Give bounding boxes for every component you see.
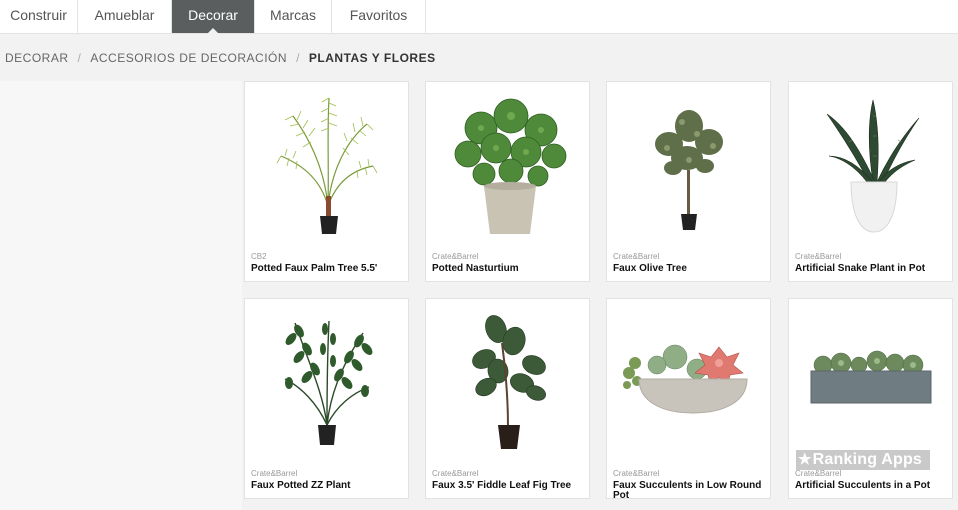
product-name[interactable]: Artificial Succulents in a Pot [795, 481, 948, 491]
snake-plant-icon [826, 99, 920, 233]
olive-tree-icon [655, 110, 723, 230]
product-card[interactable]: CB2 Potted Faux Palm Tree 5.5' [244, 81, 409, 282]
product-card[interactable]: Crate&Barrel Faux 3.5' Fiddle Leaf Fig T… [425, 298, 590, 499]
tab-favoritos[interactable]: Favoritos [332, 0, 426, 33]
product-name[interactable]: Faux Potted ZZ Plant [251, 481, 404, 491]
product-brand: Crate&Barrel [613, 252, 660, 261]
product-brand: CB2 [251, 252, 267, 261]
breadcrumb-separator: / [77, 51, 82, 65]
product-brand: Crate&Barrel [613, 469, 660, 478]
breadcrumb-accesorios[interactable]: ACCESORIOS DE DECORACIÓN [90, 51, 287, 65]
tab-marcas[interactable]: Marcas [255, 0, 332, 33]
zz-plant-icon [284, 320, 373, 445]
palm-plant-icon [276, 97, 378, 234]
product-name[interactable]: Faux Olive Tree [613, 264, 766, 274]
product-name[interactable]: Potted Nasturtium [432, 264, 585, 274]
product-name[interactable]: Artificial Snake Plant in Pot [795, 264, 948, 274]
breadcrumb-decorar[interactable]: DECORAR [5, 51, 69, 65]
product-card[interactable]: Crate&Barrel Faux Olive Tree [606, 81, 771, 282]
top-navigation: Construir Amueblar Decorar Marcas Favori… [0, 0, 958, 34]
watermark-text: Ranking Apps [812, 451, 923, 468]
product-name[interactable]: Faux Succulents in Low Round Pot [613, 481, 766, 501]
product-brand: Crate&Barrel [251, 469, 298, 478]
breadcrumb: DECORAR / ACCESORIOS DE DECORACIÓN / PLA… [5, 50, 436, 66]
product-brand: Crate&Barrel [432, 469, 479, 478]
breadcrumb-separator: / [296, 51, 300, 65]
product-brand: Crate&Barrel [432, 252, 479, 261]
succulent-planter-icon [810, 350, 932, 404]
product-brand: Crate&Barrel [795, 252, 842, 261]
product-brand: Crate&Barrel [795, 469, 842, 478]
breadcrumb-plantas-y-flores: PLANTAS Y FLORES [308, 51, 436, 65]
product-card[interactable]: Crate&Barrel Faux Potted ZZ Plant [244, 298, 409, 499]
tab-construir[interactable]: Construir [0, 0, 78, 33]
product-card[interactable]: Crate&Barrel Artificial Snake Plant in P… [788, 81, 953, 282]
succulent-bowl-icon [623, 344, 748, 414]
product-card[interactable]: Crate&Barrel Faux Succulents in Low Roun… [606, 298, 771, 501]
product-card[interactable]: Crate&Barrel Potted Nasturtium [425, 81, 590, 282]
nasturtium-plant-icon [454, 98, 567, 234]
product-name[interactable]: Faux 3.5' Fiddle Leaf Fig Tree [432, 481, 585, 491]
tab-decorar[interactable]: Decorar [172, 0, 255, 34]
fiddle-leaf-fig-icon [472, 315, 546, 449]
star-icon: ★ [798, 451, 812, 468]
filter-sidebar [0, 81, 242, 510]
tab-amueblar[interactable]: Amueblar [78, 0, 172, 33]
watermark: ★Ranking Apps [796, 450, 930, 470]
product-name[interactable]: Potted Faux Palm Tree 5.5' [251, 264, 404, 274]
